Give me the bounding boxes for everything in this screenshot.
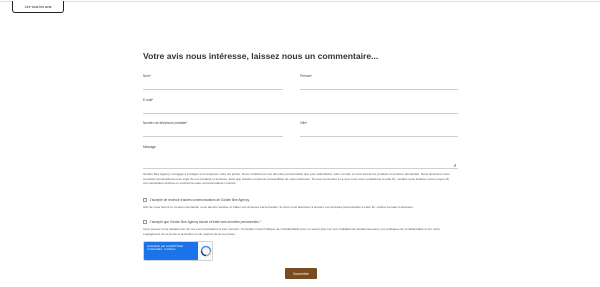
checkbox-communications[interactable]: [143, 198, 147, 202]
read-all-reviews-button[interactable]: Lire tous les avis: [12, 1, 64, 13]
storage-paragraph: Afin de vous fournir le contenu demandé,…: [143, 205, 414, 209]
recaptcha-badge[interactable]: protection par reCAPTCHA Confidentialité…: [143, 241, 213, 261]
message-textarea[interactable]: [143, 151, 458, 169]
unsubscribe-paragraph: Vous pouvez vous désabonner de ces commu…: [143, 227, 441, 236]
checkbox-storage-label: J'accepte que Golden Bee Agency stocke e…: [149, 220, 261, 224]
checkbox-communications-label: J'accepte de recevoir d'autres communica…: [149, 198, 250, 202]
resize-handle-icon[interactable]: ◢: [453, 163, 456, 167]
telephone-label: Numéro de téléphone portable*: [143, 121, 188, 125]
nom-field[interactable]: [143, 89, 283, 90]
email-field[interactable]: [143, 113, 458, 114]
message-label: Message: [143, 145, 156, 149]
prenom-field[interactable]: [300, 89, 458, 90]
recaptcha-line2[interactable]: Confidentialité - Conditions: [147, 248, 195, 252]
checkbox-communications-row[interactable]: J'accepte de recevoir d'autres communica…: [143, 198, 250, 202]
top-divider: [0, 1, 600, 2]
privacy-paragraph: Golden Bee Agency s'engage à protéger et…: [143, 172, 450, 186]
form-title: Votre avis nous intéresse, laissez nous …: [143, 51, 379, 61]
email-label: E-mail*: [143, 98, 154, 102]
telephone-field[interactable]: [143, 136, 283, 137]
submit-button[interactable]: Soumettre: [285, 268, 317, 279]
ville-field[interactable]: [300, 136, 458, 137]
ville-label: Ville*: [300, 121, 308, 125]
checkbox-storage-row[interactable]: J'accepte que Golden Bee Agency stocke e…: [143, 220, 261, 224]
checkbox-storage[interactable]: [143, 220, 147, 224]
prenom-label: Prénom*: [300, 74, 313, 78]
recaptcha-logo-icon: [200, 245, 212, 257]
recaptcha-text-panel: protection par reCAPTCHA Confidentialité…: [144, 242, 198, 260]
nom-label: Nom*: [143, 74, 151, 78]
